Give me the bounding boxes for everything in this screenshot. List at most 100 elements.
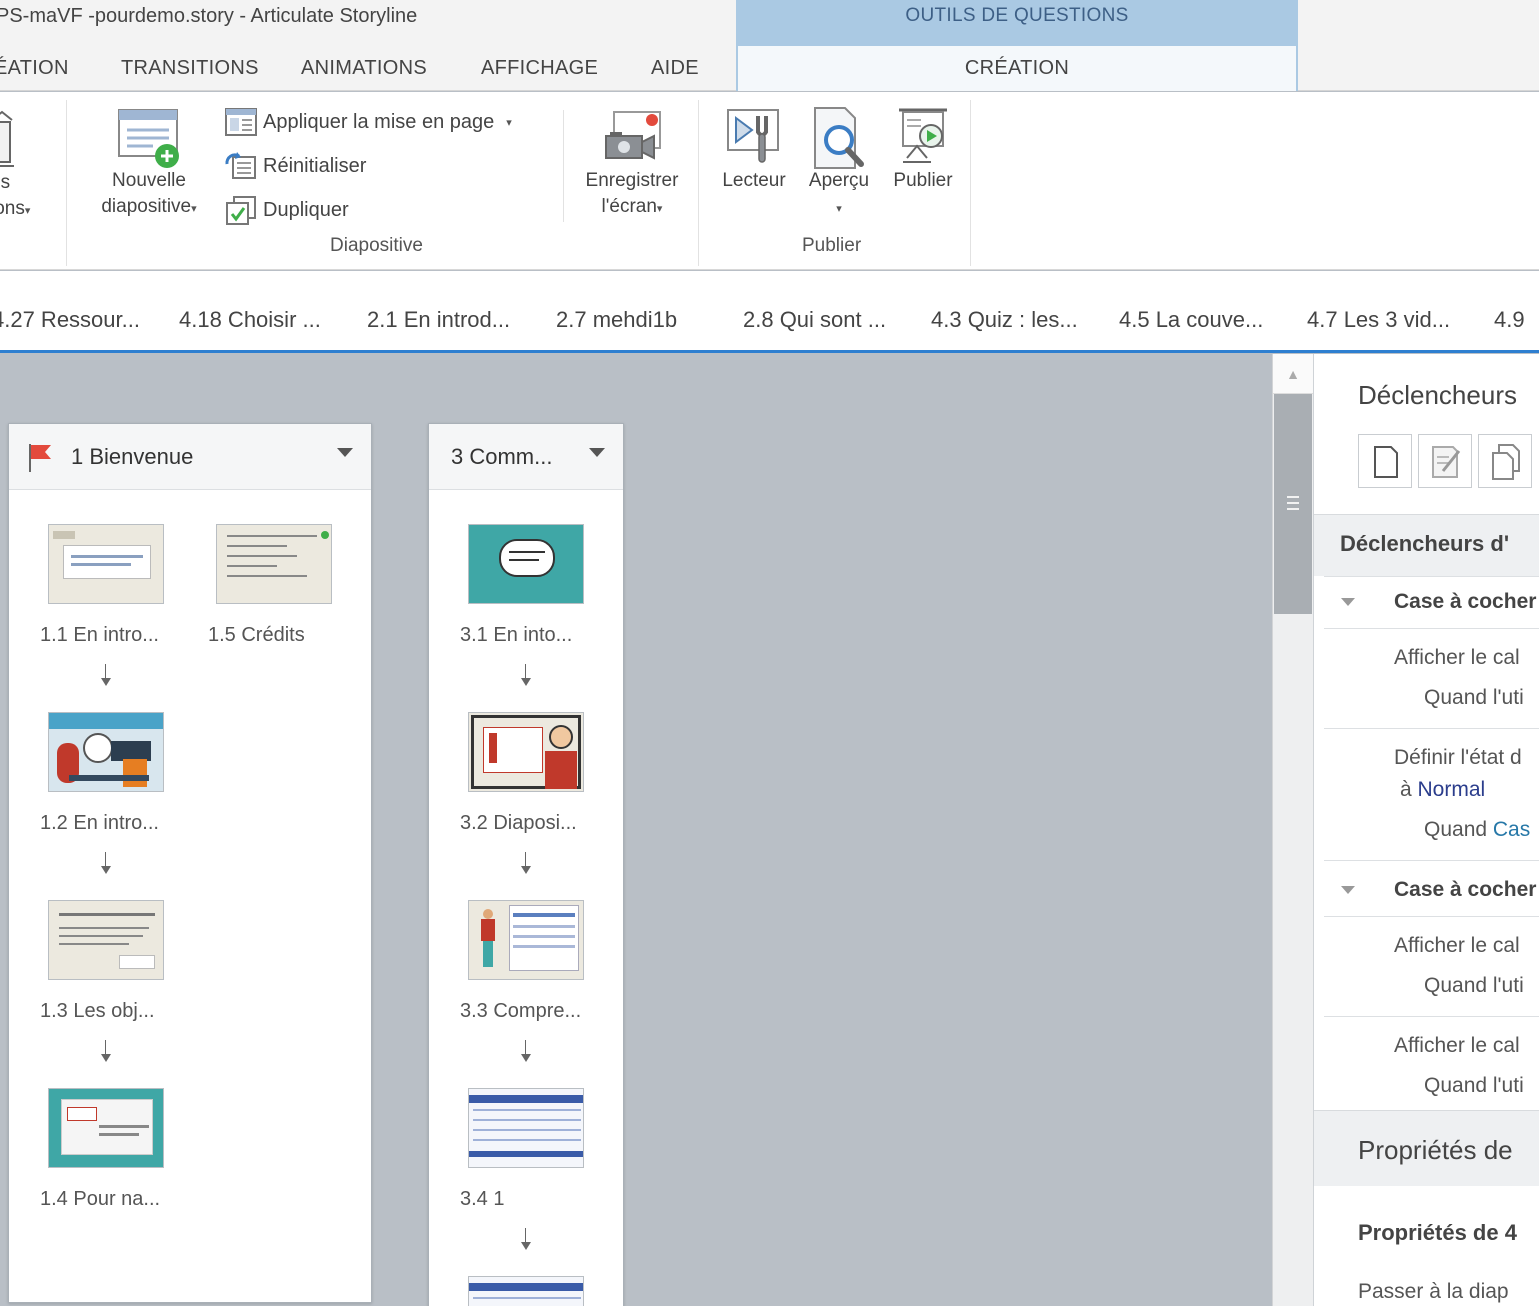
trigger-when-label: Quand (1424, 818, 1493, 841)
slide-properties-title: Propriétés de (1358, 1135, 1513, 1165)
scene-header[interactable]: 1 Bienvenue (9, 424, 371, 490)
record-screen-button[interactable]: Enregistrer l'écran▾ (570, 106, 694, 222)
slide-link-arrow-icon (520, 1040, 532, 1064)
slide-thumbnail[interactable]: 3.4 1 (460, 1088, 584, 1210)
slide-thumbnail[interactable]: 3.1 En into... (460, 524, 584, 646)
publish-button[interactable]: Publier (884, 106, 962, 194)
preview-button[interactable]: Aperçu ▾ (800, 106, 878, 222)
slide-thumbnail[interactable]: 1.4 Pour na... (40, 1088, 164, 1210)
preview-caret-icon[interactable]: ▾ (836, 203, 842, 215)
divider (1324, 576, 1539, 577)
trigger-to-label: à (1400, 778, 1418, 801)
slide-tab[interactable]: 4.5 La couve... (1119, 307, 1263, 333)
slide-link-arrow-icon (520, 1228, 532, 1252)
slide-triggers-title: Déclencheurs d' (1340, 531, 1510, 556)
slide-preview (468, 1276, 584, 1306)
slide-tab[interactable]: 4.18 Choisir ... (179, 307, 321, 333)
reset-icon (225, 152, 256, 179)
slide-thumbnail[interactable]: 1.1 En intro... (40, 524, 164, 646)
apply-layout-caret-icon: ▾ (506, 116, 512, 129)
slide-label: 1.2 En intro... (40, 812, 159, 834)
scene-title: 1 Bienvenue (71, 444, 194, 469)
layout-icon (225, 108, 257, 136)
slide-triggers-header[interactable]: Déclencheurs d' (1314, 514, 1539, 576)
slide-link-arrow-icon (520, 664, 532, 688)
slide-preview (216, 524, 332, 604)
slide-tab[interactable]: 2.1 En introd... (367, 307, 510, 333)
tab-question-creation[interactable]: CRÉATION (736, 46, 1298, 91)
tab-affichage[interactable]: AFFICHAGE (481, 57, 598, 80)
edit-icon (1432, 446, 1461, 478)
tab-transitions[interactable]: TRANSITIONS (121, 57, 259, 80)
reset-button[interactable]: Réinitialiser (225, 151, 366, 181)
publish-icon (891, 106, 955, 172)
scene-card-1[interactable]: 1 Bienvenue 1.1 En intro... 1.2 En intro… (8, 423, 372, 1303)
duplicate-label: Dupliquer (263, 198, 349, 221)
scroll-up-icon[interactable]: ▲ (1273, 354, 1313, 394)
slide-thumbnail[interactable]: 1.2 En intro... (40, 712, 164, 834)
player-button[interactable]: Lecteur (714, 106, 794, 194)
tab-aide[interactable]: AIDE (651, 57, 699, 80)
scrollbar-thumb[interactable] (1274, 394, 1312, 614)
trigger-action[interactable]: Afficher le cal (1394, 1034, 1520, 1058)
slide-label: 3.4 1 (460, 1188, 505, 1210)
tab-creation[interactable]: ÉATION (0, 57, 69, 80)
slide-tab[interactable]: 4.9 (1494, 307, 1525, 333)
partial-ribbon-button[interactable]: es ions▾ (0, 106, 52, 224)
scene-dropdown-icon[interactable] (337, 448, 353, 457)
edit-trigger-button[interactable] (1418, 434, 1472, 488)
slide-label: 3.3 Compre... (460, 1000, 582, 1022)
slide-group-label: Diapositive (330, 235, 423, 256)
slide-preview (48, 900, 164, 980)
duplicate-button[interactable]: Dupliquer (225, 195, 349, 225)
slide-tab[interactable]: 2.8 Qui sont ... (743, 307, 886, 333)
trigger-object-link[interactable]: Cas (1493, 818, 1530, 841)
vertical-scrollbar[interactable]: ▲ (1272, 354, 1313, 1306)
slide-tab[interactable]: 4.7 Les 3 vid... (1307, 307, 1450, 333)
slide-thumbnail[interactable]: 3.3 Compre... (460, 900, 584, 1022)
trigger-action[interactable]: Afficher le cal (1394, 934, 1520, 958)
title-bar: PS-maVF -pourdemo.story - Articulate Sto… (0, 0, 1539, 46)
camera-icon (600, 106, 664, 172)
partial-label-2: ions (0, 198, 25, 219)
record-label-1: Enregistrer (585, 170, 679, 191)
slide-tab[interactable]: 2.7 mehdi1b (556, 307, 677, 333)
tab-animations[interactable]: ANIMATIONS (301, 57, 427, 80)
collapse-triangle-icon[interactable] (1341, 598, 1355, 606)
new-trigger-button[interactable] (1358, 434, 1412, 488)
slide-tab[interactable]: 4.27 Ressour... (0, 307, 140, 333)
player-icon (722, 106, 786, 172)
trigger-state-value[interactable]: Normal (1418, 778, 1486, 801)
tab-question-creation-label: CRÉATION (964, 57, 1070, 79)
slide-link-arrow-icon (100, 852, 112, 876)
slide-link-arrow-icon (100, 1040, 112, 1064)
scene-card-3[interactable]: 3 Comm... 3.1 En into... 3.2 Diaposi... (428, 423, 624, 1306)
story-view-canvas: 1 Bienvenue 1.1 En intro... 1.2 En intro… (0, 354, 1272, 1306)
slide-label: 3.1 En into... (460, 624, 573, 646)
slide-label: 3.2 Diaposi... (460, 812, 577, 834)
slide-thumbnail[interactable] (468, 1276, 584, 1306)
slide-thumbnail[interactable]: 1.5 Crédits (208, 524, 332, 646)
question-tools-band: OUTILS DE QUESTIONS (736, 0, 1298, 46)
slide-preview (48, 524, 164, 604)
apply-layout-button[interactable]: Appliquer la mise en page ▾ (225, 107, 512, 137)
scene-header[interactable]: 3 Comm... (429, 424, 623, 490)
copy-trigger-button[interactable] (1478, 434, 1532, 488)
slide-thumbnail[interactable]: 3.2 Diaposi... (460, 712, 584, 834)
start-flag-icon (29, 444, 51, 472)
next-slide-option[interactable]: Passer à la diap (1358, 1280, 1509, 1304)
ribbon-separator (66, 100, 67, 266)
trigger-action[interactable]: Afficher le cal (1394, 646, 1520, 670)
trigger-condition: Quand Cas (1424, 818, 1530, 842)
slide-preview (468, 712, 584, 792)
partial-label-1: es (0, 172, 11, 193)
ribbon: es ions▾ Nouvelle diapositive▾ (0, 92, 1539, 270)
scene-dropdown-icon[interactable] (589, 448, 605, 457)
slide-properties-header[interactable]: Propriétés de (1314, 1110, 1539, 1186)
trigger-action[interactable]: Définir l'état d (1394, 746, 1522, 770)
collapse-triangle-icon[interactable] (1341, 886, 1355, 894)
slide-thumbnail[interactable]: 1.3 Les obj... (40, 900, 164, 1022)
publish-group-label: Publier (802, 235, 862, 256)
new-slide-button[interactable]: Nouvelle diapositive▾ (84, 106, 214, 222)
slide-tab[interactable]: 4.3 Quiz : les... (931, 307, 1078, 333)
